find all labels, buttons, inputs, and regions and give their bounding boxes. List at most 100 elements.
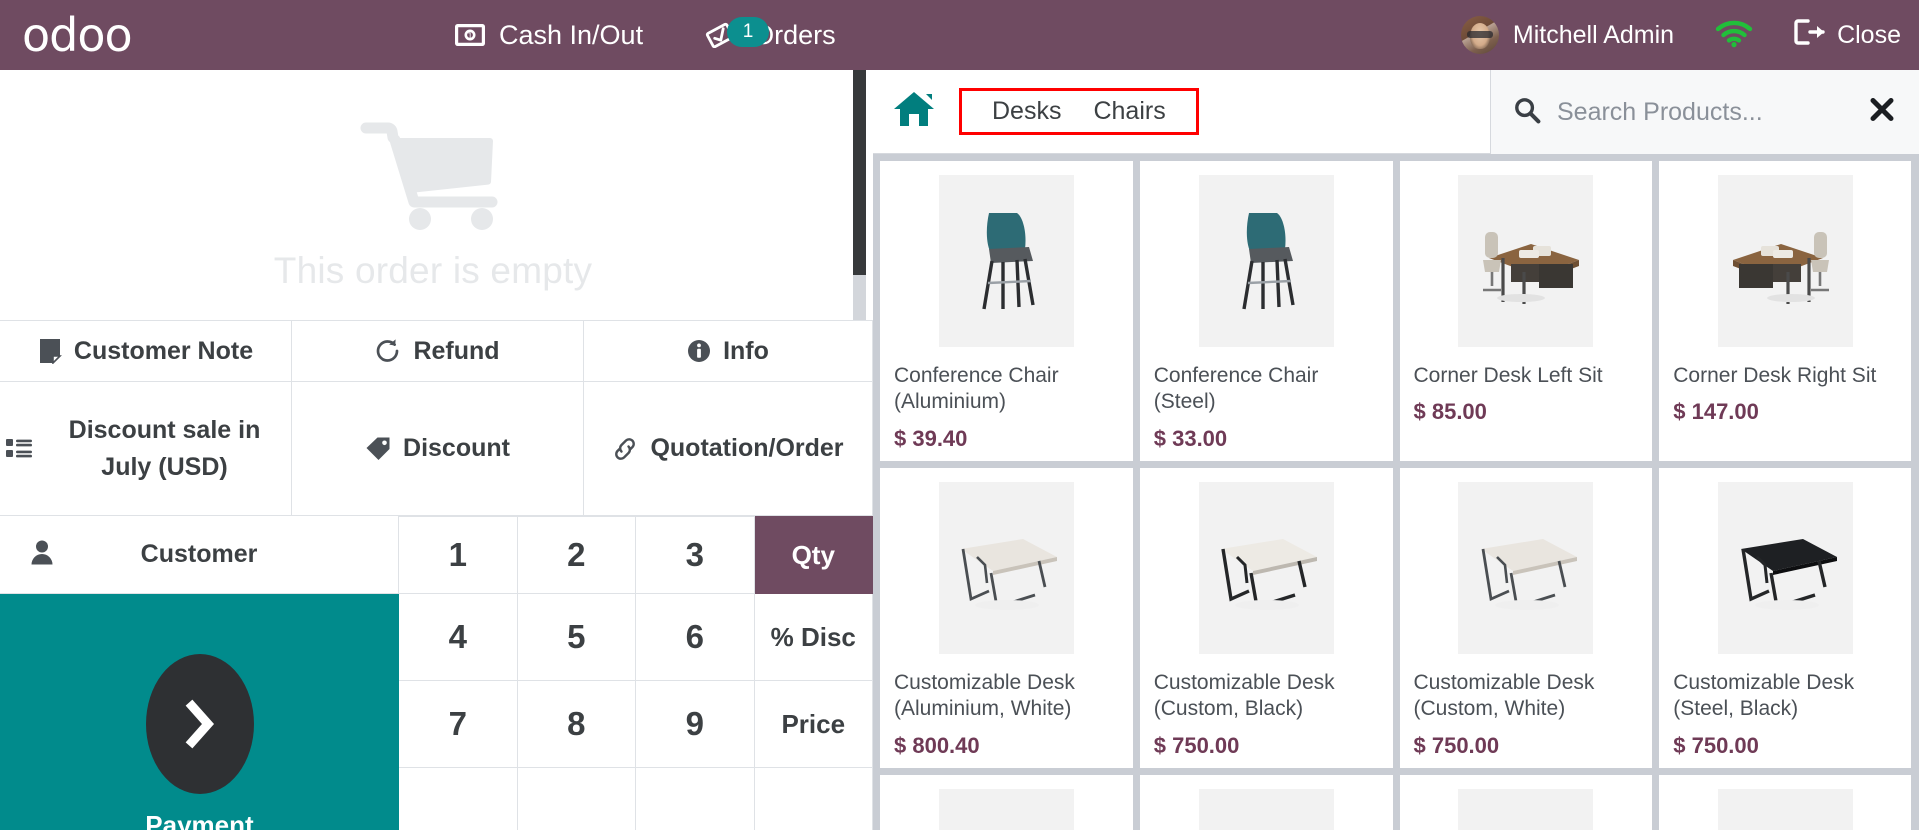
product-card[interactable]: Customizable Desk (Aluminium, White) $ 8…: [880, 468, 1133, 768]
numpad-key-4[interactable]: 4: [399, 594, 518, 681]
numpad-key-5[interactable]: 5: [517, 594, 636, 681]
top-bar: odoo 1 Cash In/Out 1 Orders Mitchell Adm…: [0, 0, 1919, 70]
product-panel: Desks Chairs Search Products... Conferen…: [873, 70, 1919, 830]
numpad-key-decimal[interactable]: [636, 768, 755, 830]
numpad-key-1[interactable]: 1: [399, 516, 518, 594]
quotation-order-button[interactable]: Quotation/Order: [584, 382, 873, 516]
product-price: $ 39.40: [894, 425, 968, 451]
odoo-logo[interactable]: odoo: [22, 12, 133, 58]
product-image: [1140, 468, 1393, 660]
numpad-mode-qty[interactable]: Qty: [754, 516, 873, 594]
product-image: [1400, 775, 1653, 830]
numpad-key-9[interactable]: 9: [636, 681, 755, 768]
order-actions: Customer Note Refund Info Discount sale …: [0, 320, 873, 516]
top-bar-right: Mitchell Admin Close: [1460, 0, 1901, 70]
numpad-key-backspace[interactable]: [754, 768, 873, 830]
numpad-key-0[interactable]: [517, 768, 636, 830]
numpad-key-2[interactable]: 2: [517, 516, 636, 594]
product-price: $ 147.00: [1673, 399, 1759, 425]
product-image: [1400, 161, 1653, 353]
order-list-scrollbar-thumb[interactable]: [853, 70, 866, 275]
customer-button[interactable]: Customer: [0, 516, 399, 594]
empty-order-placeholder: This order is empty: [0, 70, 866, 320]
refund-icon: [375, 338, 401, 364]
category-chairs[interactable]: Chairs: [1077, 97, 1181, 126]
product-price: $ 750.00: [1673, 732, 1759, 758]
product-name: Conference Chair (Steel): [1153, 364, 1319, 414]
product-image: [1659, 161, 1912, 353]
product-card[interactable]: Customizable Desk (Custom, White) $ 750.…: [1399, 468, 1653, 768]
info-button[interactable]: Info: [584, 320, 873, 382]
numpad-key-6[interactable]: 6: [636, 594, 755, 681]
category-bar: Desks Chairs: [873, 70, 1919, 154]
cash-in-out-button[interactable]: 1 Cash In/Out: [455, 20, 643, 51]
product-price: $ 750.00: [1413, 732, 1500, 758]
order-panel: This order is empty Customer Note Refund…: [0, 70, 873, 830]
numpad-mode-discount[interactable]: % Disc: [754, 594, 873, 681]
list-icon: [6, 438, 32, 460]
empty-order-text: This order is empty: [273, 250, 593, 291]
numpad-key-7[interactable]: 7: [399, 681, 518, 768]
numpad-mode-price[interactable]: Price: [754, 681, 873, 768]
tag-icon: [365, 436, 391, 462]
category-highlight-box: Desks Chairs: [959, 88, 1199, 135]
search-input[interactable]: [1555, 96, 1859, 128]
payment-button[interactable]: Payment: [0, 594, 399, 830]
close-button[interactable]: Close: [1794, 18, 1901, 52]
product-card[interactable]: Conference Chair (Steel) $ 33.00: [1139, 161, 1393, 461]
product-name: Customizable Desk (Aluminium, White): [894, 671, 1075, 721]
product-grid-scrollbar[interactable]: [1911, 154, 1919, 830]
refund-button[interactable]: Refund: [292, 320, 584, 382]
user-menu[interactable]: Mitchell Admin: [1460, 16, 1675, 54]
customer-note-button[interactable]: Customer Note: [0, 320, 292, 382]
user-name: Mitchell Admin: [1512, 20, 1675, 49]
orders-button[interactable]: 1 Orders: [705, 16, 836, 51]
person-icon: [30, 539, 54, 570]
cash-icon: 1: [455, 24, 485, 46]
customer-note-label: Customer Note: [73, 336, 254, 365]
product-card[interactable]: [1399, 775, 1653, 830]
numpad-key-3[interactable]: 3: [636, 516, 755, 594]
note-icon: [38, 338, 62, 364]
quotation-order-label: Quotation/Order: [650, 434, 844, 463]
product-name: Customizable Desk (Custom, White): [1413, 671, 1595, 721]
numpad-key-8[interactable]: 8: [517, 681, 636, 768]
product-name: Corner Desk Right Sit: [1673, 364, 1877, 387]
logout-icon: [1794, 18, 1826, 52]
product-card[interactable]: Corner Desk Right Sit $ 147.00: [1659, 161, 1912, 461]
product-card[interactable]: Corner Desk Left Sit $ 85.00: [1399, 161, 1653, 461]
product-card[interactable]: Conference Chair (Aluminium) $ 39.40: [880, 161, 1133, 461]
product-grid: Conference Chair (Aluminium) $ 39.40 Con…: [873, 154, 1919, 830]
avatar: [1460, 16, 1499, 54]
product-card[interactable]: Customizable Desk (Steel, Black) $ 750.0…: [1659, 468, 1912, 768]
product-card[interactable]: [880, 775, 1133, 830]
payment-label: Payment: [145, 809, 254, 830]
cash-in-out-label: Cash In/Out: [499, 19, 644, 50]
orders-badge: 1: [727, 16, 770, 47]
product-name: Corner Desk Left Sit: [1413, 364, 1603, 387]
refund-label: Refund: [413, 336, 500, 365]
info-icon: [687, 339, 711, 363]
discount-button[interactable]: Discount: [292, 382, 584, 516]
pos-app: odoo 1 Cash In/Out 1 Orders Mitchell Adm…: [0, 0, 1919, 830]
link-icon: [612, 436, 638, 462]
svg-text:1: 1: [467, 32, 472, 41]
search-icon: [1513, 96, 1541, 129]
product-card[interactable]: [1659, 775, 1912, 830]
home-button[interactable]: [873, 70, 955, 154]
discount-program-button[interactable]: Discount sale in July (USD): [0, 382, 292, 516]
product-image: [880, 161, 1133, 353]
product-card[interactable]: Customizable Desk (Custom, Black) $ 750.…: [1139, 468, 1393, 768]
top-nav: 1 Cash In/Out 1 Orders: [455, 0, 836, 70]
wifi-icon[interactable]: [1714, 18, 1754, 53]
product-card[interactable]: [1139, 775, 1393, 830]
product-price: $ 85.00: [1413, 399, 1487, 425]
numpad-key-plusminus[interactable]: [399, 768, 518, 830]
numpad: 1 2 3 Qty 4 5 6 % Disc 7 8 9 Price: [399, 516, 873, 830]
discount-label: Discount: [403, 434, 510, 463]
close-icon[interactable]: [1869, 97, 1895, 128]
home-icon: [892, 89, 936, 134]
product-image: [1659, 468, 1912, 660]
category-desks[interactable]: Desks: [976, 97, 1077, 126]
chevron-right-icon: [145, 653, 254, 794]
